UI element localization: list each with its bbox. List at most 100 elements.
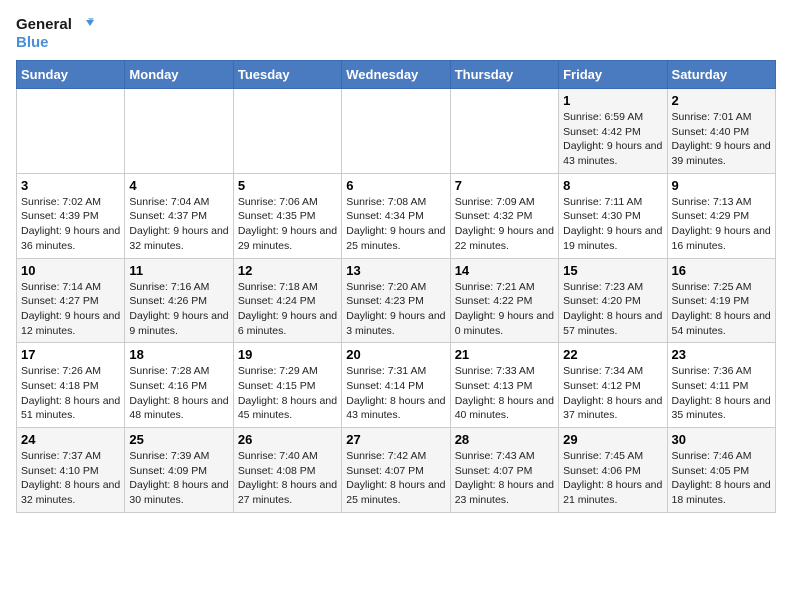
calendar-cell: 22 Sunrise: 7:34 AM Sunset: 4:12 PM Dayli… <box>559 343 667 428</box>
day-info: Sunrise: 7:46 AM Sunset: 4:05 PM Dayligh… <box>672 449 771 508</box>
day-info: Sunrise: 7:01 AM Sunset: 4:40 PM Dayligh… <box>672 110 771 169</box>
calendar-cell: 30Sunrise: 7:46 AM Sunset: 4:05 PM Dayli… <box>667 428 775 513</box>
calendar-cell: 28 Sunrise: 7:43 AM Sunset: 4:07 PM Dayli… <box>450 428 558 513</box>
day-info: Sunrise: 7:31 AM Sunset: 4:14 PM Dayligh… <box>346 364 445 423</box>
calendar-cell: 20 Sunrise: 7:31 AM Sunset: 4:14 PM Dayli… <box>342 343 450 428</box>
day-number: 27 <box>346 432 445 447</box>
calendar-cell: 2 Sunrise: 7:01 AM Sunset: 4:40 PM Daylig… <box>667 89 775 174</box>
calendar-cell: 9 Sunrise: 7:13 AM Sunset: 4:29 PM Daylig… <box>667 173 775 258</box>
calendar-cell: 29Sunrise: 7:45 AM Sunset: 4:06 PM Dayli… <box>559 428 667 513</box>
calendar-cell: 18 Sunrise: 7:28 AM Sunset: 4:16 PM Dayli… <box>125 343 233 428</box>
logo-bird-icon <box>76 16 94 34</box>
calendar-body: 1Sunrise: 6:59 AM Sunset: 4:42 PM Daylig… <box>17 89 776 513</box>
day-number: 4 <box>129 178 228 193</box>
calendar-cell: 16 Sunrise: 7:25 AM Sunset: 4:19 PM Dayli… <box>667 258 775 343</box>
day-info: Sunrise: 7:16 AM Sunset: 4:26 PM Dayligh… <box>129 280 228 339</box>
day-info: Sunrise: 7:08 AM Sunset: 4:34 PM Dayligh… <box>346 195 445 254</box>
calendar-cell: 12 Sunrise: 7:18 AM Sunset: 4:24 PM Dayli… <box>233 258 341 343</box>
calendar-cell: 24 Sunrise: 7:37 AM Sunset: 4:10 PM Dayli… <box>17 428 125 513</box>
day-number: 12 <box>238 263 337 278</box>
day-number: 17 <box>21 347 120 362</box>
calendar-cell: 14Sunrise: 7:21 AM Sunset: 4:22 PM Dayli… <box>450 258 558 343</box>
day-number: 29 <box>563 432 662 447</box>
day-info: Sunrise: 7:43 AM Sunset: 4:07 PM Dayligh… <box>455 449 554 508</box>
calendar-cell: 17 Sunrise: 7:26 AM Sunset: 4:18 PM Dayli… <box>17 343 125 428</box>
day-info: Sunrise: 7:33 AM Sunset: 4:13 PM Dayligh… <box>455 364 554 423</box>
weekday-header-tuesday: Tuesday <box>233 61 341 89</box>
weekday-header-thursday: Thursday <box>450 61 558 89</box>
day-info: Sunrise: 7:21 AM Sunset: 4:22 PM Dayligh… <box>455 280 554 339</box>
day-info: Sunrise: 7:06 AM Sunset: 4:35 PM Dayligh… <box>238 195 337 254</box>
calendar-cell: 6Sunrise: 7:08 AM Sunset: 4:34 PM Daylig… <box>342 173 450 258</box>
day-number: 23 <box>672 347 771 362</box>
day-info: Sunrise: 7:34 AM Sunset: 4:12 PM Dayligh… <box>563 364 662 423</box>
day-info: Sunrise: 7:37 AM Sunset: 4:10 PM Dayligh… <box>21 449 120 508</box>
weekday-header-wednesday: Wednesday <box>342 61 450 89</box>
day-number: 13 <box>346 263 445 278</box>
header: General Blue <box>16 16 776 52</box>
weekday-header-saturday: Saturday <box>667 61 775 89</box>
logo-blue-text: Blue <box>16 34 49 52</box>
week-row-3: 10Sunrise: 7:14 AM Sunset: 4:27 PM Dayli… <box>17 258 776 343</box>
day-number: 16 <box>672 263 771 278</box>
day-number: 20 <box>346 347 445 362</box>
day-number: 24 <box>21 432 120 447</box>
calendar-cell: 3Sunrise: 7:02 AM Sunset: 4:39 PM Daylig… <box>17 173 125 258</box>
day-number: 7 <box>455 178 554 193</box>
calendar-cell: 23 Sunrise: 7:36 AM Sunset: 4:11 PM Dayli… <box>667 343 775 428</box>
day-info: Sunrise: 7:04 AM Sunset: 4:37 PM Dayligh… <box>129 195 228 254</box>
day-info: Sunrise: 6:59 AM Sunset: 4:42 PM Dayligh… <box>563 110 662 169</box>
calendar-cell: 10Sunrise: 7:14 AM Sunset: 4:27 PM Dayli… <box>17 258 125 343</box>
day-info: Sunrise: 7:42 AM Sunset: 4:07 PM Dayligh… <box>346 449 445 508</box>
day-info: Sunrise: 7:09 AM Sunset: 4:32 PM Dayligh… <box>455 195 554 254</box>
weekday-header-row: SundayMondayTuesdayWednesdayThursdayFrid… <box>17 61 776 89</box>
day-number: 9 <box>672 178 771 193</box>
calendar-cell <box>233 89 341 174</box>
day-info: Sunrise: 7:40 AM Sunset: 4:08 PM Dayligh… <box>238 449 337 508</box>
day-info: Sunrise: 7:29 AM Sunset: 4:15 PM Dayligh… <box>238 364 337 423</box>
calendar-cell <box>450 89 558 174</box>
week-row-2: 3Sunrise: 7:02 AM Sunset: 4:39 PM Daylig… <box>17 173 776 258</box>
calendar-cell <box>342 89 450 174</box>
day-info: Sunrise: 7:39 AM Sunset: 4:09 PM Dayligh… <box>129 449 228 508</box>
calendar-cell <box>17 89 125 174</box>
day-number: 28 <box>455 432 554 447</box>
calendar-cell: 8 Sunrise: 7:11 AM Sunset: 4:30 PM Daylig… <box>559 173 667 258</box>
calendar-cell: 15Sunrise: 7:23 AM Sunset: 4:20 PM Dayli… <box>559 258 667 343</box>
week-row-1: 1Sunrise: 6:59 AM Sunset: 4:42 PM Daylig… <box>17 89 776 174</box>
calendar-table: SundayMondayTuesdayWednesdayThursdayFrid… <box>16 60 776 513</box>
day-info: Sunrise: 7:13 AM Sunset: 4:29 PM Dayligh… <box>672 195 771 254</box>
day-info: Sunrise: 7:14 AM Sunset: 4:27 PM Dayligh… <box>21 280 120 339</box>
day-info: Sunrise: 7:02 AM Sunset: 4:39 PM Dayligh… <box>21 195 120 254</box>
logo: General Blue <box>16 16 94 52</box>
weekday-header-sunday: Sunday <box>17 61 125 89</box>
week-row-4: 17 Sunrise: 7:26 AM Sunset: 4:18 PM Dayli… <box>17 343 776 428</box>
day-number: 22 <box>563 347 662 362</box>
calendar-cell: 1Sunrise: 6:59 AM Sunset: 4:42 PM Daylig… <box>559 89 667 174</box>
calendar-cell: 7 Sunrise: 7:09 AM Sunset: 4:32 PM Daylig… <box>450 173 558 258</box>
calendar-cell: 4 Sunrise: 7:04 AM Sunset: 4:37 PM Daylig… <box>125 173 233 258</box>
weekday-header-monday: Monday <box>125 61 233 89</box>
calendar-cell: 25Sunrise: 7:39 AM Sunset: 4:09 PM Dayli… <box>125 428 233 513</box>
day-info: Sunrise: 7:11 AM Sunset: 4:30 PM Dayligh… <box>563 195 662 254</box>
day-number: 26 <box>238 432 337 447</box>
calendar-cell: 5 Sunrise: 7:06 AM Sunset: 4:35 PM Daylig… <box>233 173 341 258</box>
calendar-cell: 21 Sunrise: 7:33 AM Sunset: 4:13 PM Dayli… <box>450 343 558 428</box>
day-info: Sunrise: 7:23 AM Sunset: 4:20 PM Dayligh… <box>563 280 662 339</box>
day-number: 21 <box>455 347 554 362</box>
day-info: Sunrise: 7:26 AM Sunset: 4:18 PM Dayligh… <box>21 364 120 423</box>
day-info: Sunrise: 7:25 AM Sunset: 4:19 PM Dayligh… <box>672 280 771 339</box>
day-info: Sunrise: 7:18 AM Sunset: 4:24 PM Dayligh… <box>238 280 337 339</box>
day-info: Sunrise: 7:36 AM Sunset: 4:11 PM Dayligh… <box>672 364 771 423</box>
calendar-cell: 19 Sunrise: 7:29 AM Sunset: 4:15 PM Dayli… <box>233 343 341 428</box>
calendar-cell <box>125 89 233 174</box>
day-info: Sunrise: 7:20 AM Sunset: 4:23 PM Dayligh… <box>346 280 445 339</box>
day-number: 2 <box>672 93 771 108</box>
day-number: 8 <box>563 178 662 193</box>
calendar-cell: 11Sunrise: 7:16 AM Sunset: 4:26 PM Dayli… <box>125 258 233 343</box>
day-number: 19 <box>238 347 337 362</box>
day-info: Sunrise: 7:28 AM Sunset: 4:16 PM Dayligh… <box>129 364 228 423</box>
day-number: 5 <box>238 178 337 193</box>
logo-general-text: General <box>16 16 94 34</box>
day-number: 18 <box>129 347 228 362</box>
